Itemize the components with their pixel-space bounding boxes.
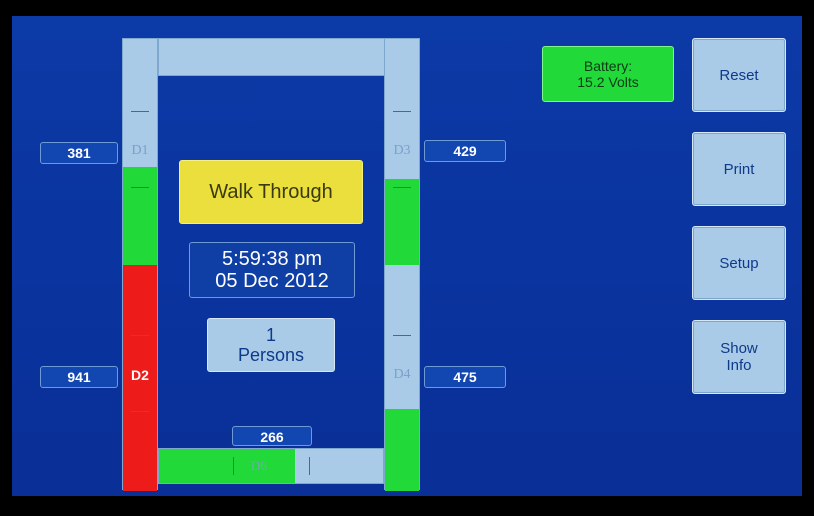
battery-voltage: 15.2 Volts [577,74,639,90]
d1-lower-zone [123,167,157,265]
d2-count: 941 [40,366,118,388]
clock-date: 05 Dec 2012 [215,270,329,292]
right-pillar-tick [393,187,411,188]
d4-lower-zone [385,409,419,491]
d6-count: 266 [232,426,312,446]
person-count: 1 [265,325,276,345]
floor-tick [233,457,234,475]
floor-bar: D6 [158,448,384,484]
clock-box: 5:59:38 pm 05 Dec 2012 [189,242,355,298]
show-info-button[interactable]: Show Info [692,320,786,394]
d3-count: 429 [424,140,506,162]
d2-label: D2 [131,367,149,383]
d6-label: D6 [251,458,267,473]
right-pillar-tick [393,335,411,336]
d1-count: 381 [40,142,118,164]
show-info-line1: Show [720,340,758,357]
battery-indicator: Battery: 15.2 Volts [542,46,674,102]
floor-tick [309,457,310,475]
left-pillar: D1 D2 [122,38,158,491]
reset-button[interactable]: Reset [692,38,786,112]
person-counter-box: 1 Persons [207,318,335,372]
left-pillar-tick [131,335,149,336]
battery-label: Battery: [583,58,633,74]
d3-label: D3 [393,143,411,158]
mode-status-box: Walk Through [179,160,363,224]
right-pillar: D3 D4 [384,38,420,491]
display-screen: D1 D2 D3 D4 D6 381 941 429 475 266 Walk … [12,16,802,496]
print-button[interactable]: Print [692,132,786,206]
clock-time: 5:59:38 pm [221,248,323,270]
left-pillar-tick [131,111,149,112]
show-info-line2: Info [726,357,752,374]
person-unit: Persons [237,345,305,365]
d4-count: 475 [424,366,506,388]
left-pillar-tick [131,187,149,188]
setup-button[interactable]: Setup [692,226,786,300]
d3-lower-zone [385,179,419,265]
left-pillar-tick [131,411,149,412]
frame-top-bar [158,38,394,76]
right-pillar-tick [393,111,411,112]
d4-label: D4 [393,367,411,382]
d6-zone [159,449,295,483]
d1-label: D1 [131,143,149,158]
